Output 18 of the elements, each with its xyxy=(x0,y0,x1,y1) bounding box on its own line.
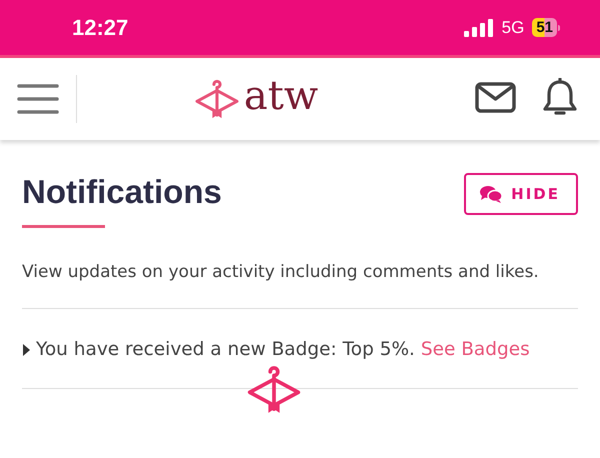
mail-button[interactable] xyxy=(475,82,516,116)
chat-icon xyxy=(480,185,502,203)
logo-text: atw xyxy=(244,76,318,121)
network-label: 5G xyxy=(502,18,524,38)
notification-text: You have received a new Badge: Top 5%. See Badges xyxy=(36,339,530,360)
status-time: 12:27 xyxy=(72,14,130,40)
mail-icon xyxy=(475,82,516,113)
caret-icon xyxy=(22,342,31,357)
hanger-icon xyxy=(246,366,302,413)
bell-icon xyxy=(542,78,578,118)
hide-button[interactable]: HIDE xyxy=(464,173,578,215)
hanger-icon xyxy=(194,79,240,119)
page-title: Notifications xyxy=(22,172,222,211)
signal-icon xyxy=(464,18,494,36)
menu-button[interactable] xyxy=(17,83,59,115)
see-badges-link[interactable]: See Badges xyxy=(420,339,530,360)
page-description: View updates on your activity including comments and likes. xyxy=(22,261,540,284)
menu-icon xyxy=(17,83,59,115)
